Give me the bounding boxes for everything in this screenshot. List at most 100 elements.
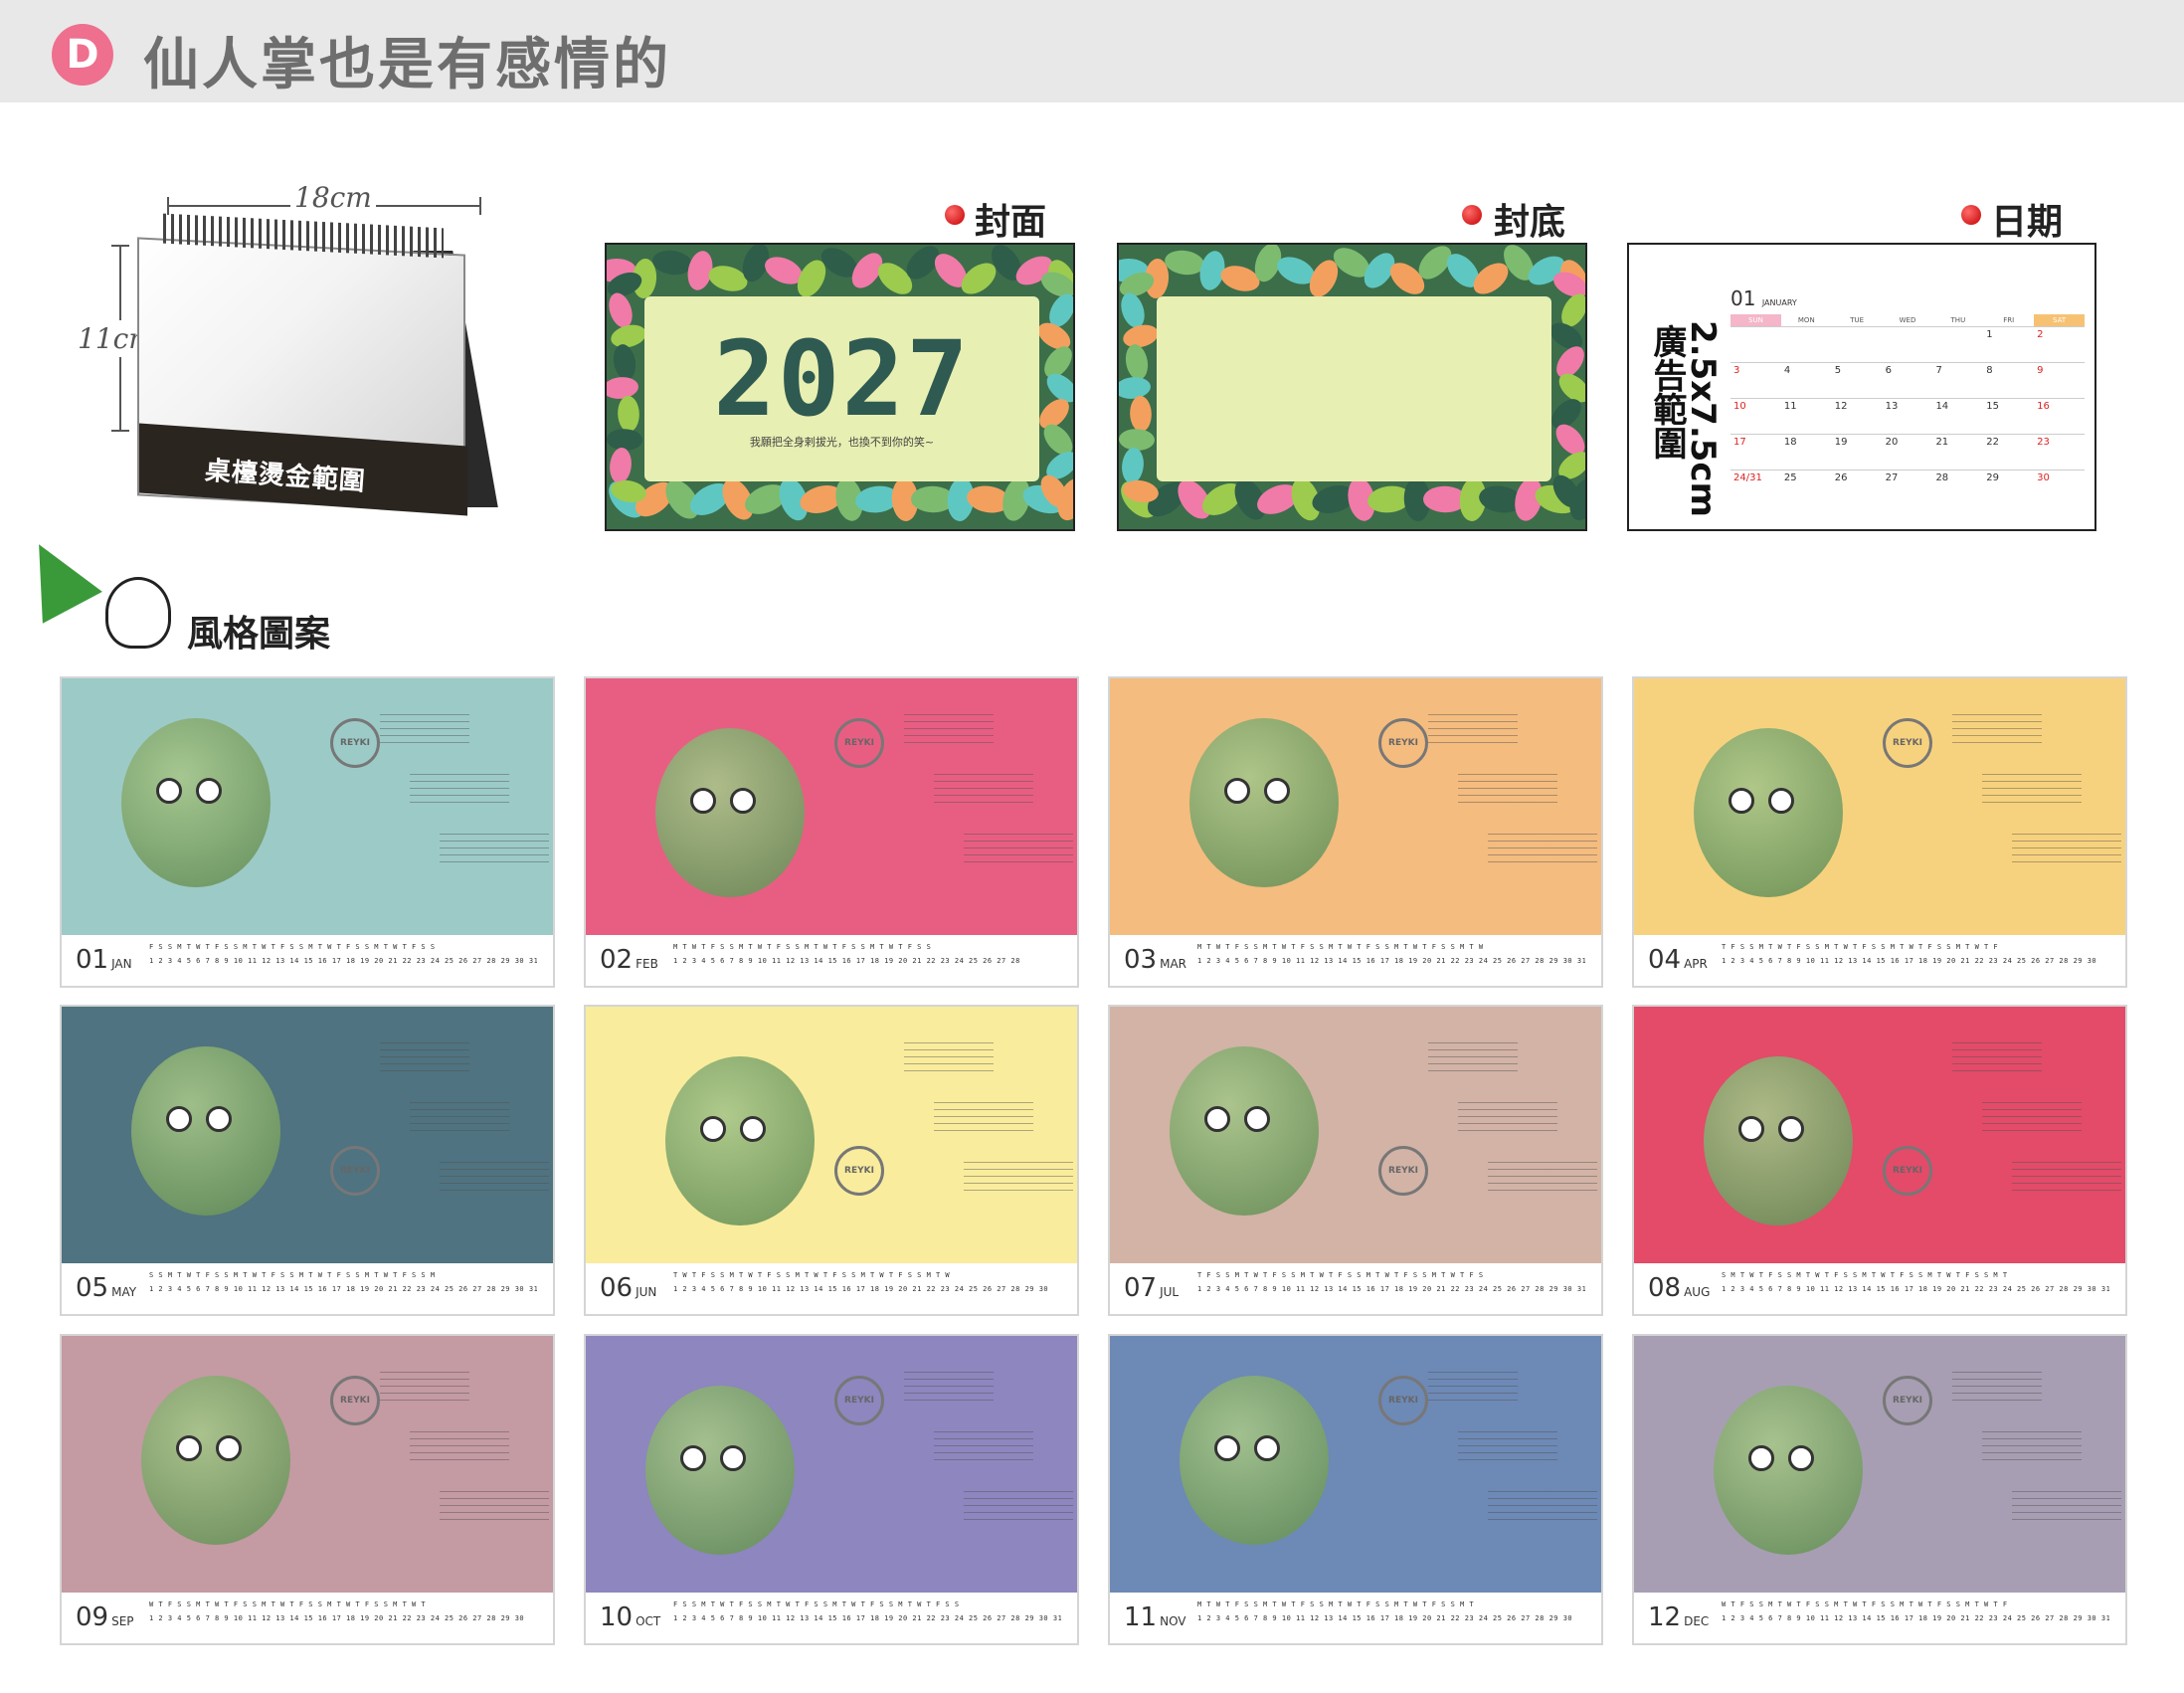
calendar-day-cell: 15 bbox=[1986, 401, 2000, 412]
month-footer: 04 APR T F S S M T W T F S S M T W T F S S… bbox=[1634, 935, 2125, 986]
handwriting-decoration bbox=[1458, 1096, 1557, 1136]
handwriting-decoration bbox=[2012, 1156, 2121, 1196]
month-day-strip: T W T F S S M T W T F S S M T W T F S S … bbox=[673, 1271, 1061, 1293]
reyki-stamp: REYKI bbox=[330, 1376, 380, 1425]
month-abbr: AUG bbox=[1684, 1285, 1711, 1299]
month-label: 03 MAR bbox=[1124, 945, 1186, 975]
character-eye bbox=[176, 1435, 202, 1461]
weekday-letters: W T F S S M T W T F S S M T W T F S S M … bbox=[1722, 1600, 2008, 1608]
calendar-day-cell: 4 bbox=[1783, 365, 1791, 376]
date-page-label: 日期 bbox=[1991, 202, 2064, 243]
character-eye bbox=[1224, 778, 1250, 804]
calendar-week-row: 12 bbox=[1730, 326, 2085, 362]
page-title: 仙人掌也是有感情的 bbox=[143, 33, 671, 97]
month-card-dec: REYKI 12 DEC W T F S S M T W T F S S M T W … bbox=[1632, 1334, 2127, 1645]
month-abbr: NOV bbox=[1160, 1614, 1186, 1628]
handwriting-decoration bbox=[1488, 1485, 1597, 1525]
calendar-day-cell: 12 bbox=[1834, 401, 1848, 412]
handwriting-decoration bbox=[410, 1425, 509, 1465]
height-dimension-tick-top bbox=[111, 245, 129, 247]
month-label: 08 AUG bbox=[1648, 1273, 1710, 1303]
cactus-character bbox=[1704, 1056, 1853, 1225]
front-cover-panel: 2027 我願把全身剌拔光，也換不到你的笑~ bbox=[605, 243, 1075, 531]
day-numbers: 1 2 3 4 5 6 7 8 9 10 11 12 13 14 15 16 1… bbox=[673, 957, 1020, 965]
calendar-month-title: 01 JANUARY bbox=[1730, 286, 1797, 310]
month-day-strip: T F S S M T W T F S S M T W T F S S M T … bbox=[1197, 1271, 1585, 1293]
cactus-character bbox=[645, 1386, 795, 1555]
character-eye bbox=[1738, 1116, 1764, 1142]
handwriting-decoration bbox=[904, 1366, 994, 1406]
cactus-character bbox=[141, 1376, 290, 1545]
month-day-strip: F S S M T W T F S S M T W T F S S M T W … bbox=[673, 1600, 1061, 1622]
calendar-week-row: 24/31 25 26 27 28 29 30 bbox=[1730, 470, 2085, 505]
month-card-may: REYKI 05 MAY S S M T W T F S S M T W T F S … bbox=[60, 1005, 555, 1316]
month-footer: 09 SEP W T F S S M T W T F S S M T W T F S… bbox=[62, 1593, 553, 1643]
weekday-letters: W T F S S M T W T F S S M T W T F S S M … bbox=[149, 1600, 427, 1608]
calendar-day-cell: 8 bbox=[1986, 365, 1993, 376]
character-eye bbox=[1778, 1116, 1804, 1142]
calendar-day-cell: 11 bbox=[1783, 401, 1797, 412]
handwriting-decoration bbox=[1952, 1036, 2042, 1076]
handwriting-decoration bbox=[1982, 1096, 2082, 1136]
month-number: 03 bbox=[1124, 945, 1158, 975]
weekday-letters: M T W T F S S M T W T F S S M T W T F S … bbox=[1197, 1600, 1475, 1608]
month-day-strip: S M T W T F S S M T W T F S S M T W T F … bbox=[1722, 1271, 2109, 1293]
month-label: 07 JUL bbox=[1124, 1273, 1179, 1303]
handwriting-decoration bbox=[1428, 708, 1518, 748]
month-day-strip: M T W T F S S M T W T F S S M T W T F S … bbox=[1197, 1600, 1585, 1622]
month-day-strip: T F S S M T W T F S S M T W T F S S M T … bbox=[1722, 943, 2109, 965]
month-illustration: REYKI bbox=[1634, 1336, 2125, 1593]
handwriting-decoration bbox=[964, 1156, 1073, 1196]
month-card-jun: REYKI 06 JUN T W T F S S M T W T F S S M T … bbox=[584, 1005, 1079, 1316]
month-label: 05 MAY bbox=[76, 1273, 136, 1303]
width-dimension-tick-right bbox=[479, 197, 481, 215]
handwriting-decoration bbox=[904, 1036, 994, 1076]
handwriting-decoration bbox=[410, 768, 509, 808]
month-abbr: JUN bbox=[636, 1285, 657, 1299]
character-eye bbox=[690, 788, 716, 814]
reyki-stamp: REYKI bbox=[1378, 1376, 1428, 1425]
handwriting-decoration bbox=[380, 1036, 469, 1076]
section-badge: D bbox=[52, 24, 113, 86]
month-abbr: OCT bbox=[636, 1614, 661, 1628]
character-eye bbox=[700, 1116, 726, 1142]
month-number: 06 bbox=[600, 1273, 634, 1303]
character-eye bbox=[1729, 788, 1754, 814]
month-card-aug: REYKI 08 AUG S M T W T F S S M T W T F S S … bbox=[1632, 1005, 2127, 1316]
month-number: 10 bbox=[600, 1602, 634, 1632]
month-card-jul: REYKI 07 JUL T F S S M T W T F S S M T W T … bbox=[1108, 1005, 1603, 1316]
cover-center-area bbox=[1157, 296, 1551, 481]
handwriting-decoration bbox=[2012, 828, 2121, 867]
month-abbr: JUL bbox=[1160, 1285, 1180, 1299]
calendar-day-cell: 23 bbox=[2037, 437, 2050, 448]
day-numbers: 1 2 3 4 5 6 7 8 9 10 11 12 13 14 15 16 1… bbox=[1722, 1614, 2109, 1622]
width-dimension-label: 18cm bbox=[290, 181, 376, 214]
calendar-day-cell: 29 bbox=[1986, 472, 2000, 483]
weekday-letters: S S M T W T F S S M T W T F S S M T W T … bbox=[149, 1271, 436, 1279]
month-number: 12 bbox=[1648, 1602, 1682, 1632]
reyki-stamp: REYKI bbox=[834, 1146, 884, 1196]
calendar-day-cell: 2 bbox=[2037, 329, 2044, 340]
handwriting-decoration bbox=[1952, 708, 2042, 748]
calendar-day-cell bbox=[1932, 327, 1983, 362]
calendar-day-cell: 13 bbox=[1885, 401, 1899, 412]
calendar-day-cell: 9 bbox=[2037, 365, 2044, 376]
month-illustration: REYKI bbox=[1110, 1336, 1601, 1593]
character-eye bbox=[206, 1106, 232, 1132]
calendar-day-cell: 28 bbox=[1935, 472, 1949, 483]
month-footer: 11 NOV M T W T F S S M T W T F S S M T W T… bbox=[1110, 1593, 1601, 1643]
calendar-weekday-header: SUN MON TUE WED THU FRI SAT bbox=[1730, 314, 2086, 326]
month-number: 04 bbox=[1648, 945, 1682, 975]
character-eye bbox=[1254, 1435, 1280, 1461]
month-number: 09 bbox=[76, 1602, 109, 1632]
character-eye bbox=[1214, 1435, 1240, 1461]
calendar-day-cell: 17 bbox=[1733, 437, 1746, 448]
reyki-stamp: REYKI bbox=[1378, 1146, 1428, 1196]
calendar-month-name: JANUARY bbox=[1761, 298, 1797, 307]
reyki-stamp: REYKI bbox=[1378, 718, 1428, 768]
month-label: 06 JUN bbox=[600, 1273, 656, 1303]
day-numbers: 1 2 3 4 5 6 7 8 9 10 11 12 13 14 15 16 1… bbox=[1722, 957, 2097, 965]
character-eye bbox=[740, 1116, 766, 1142]
calendar-day-cell: 6 bbox=[1885, 365, 1892, 376]
handwriting-decoration bbox=[410, 1096, 509, 1136]
